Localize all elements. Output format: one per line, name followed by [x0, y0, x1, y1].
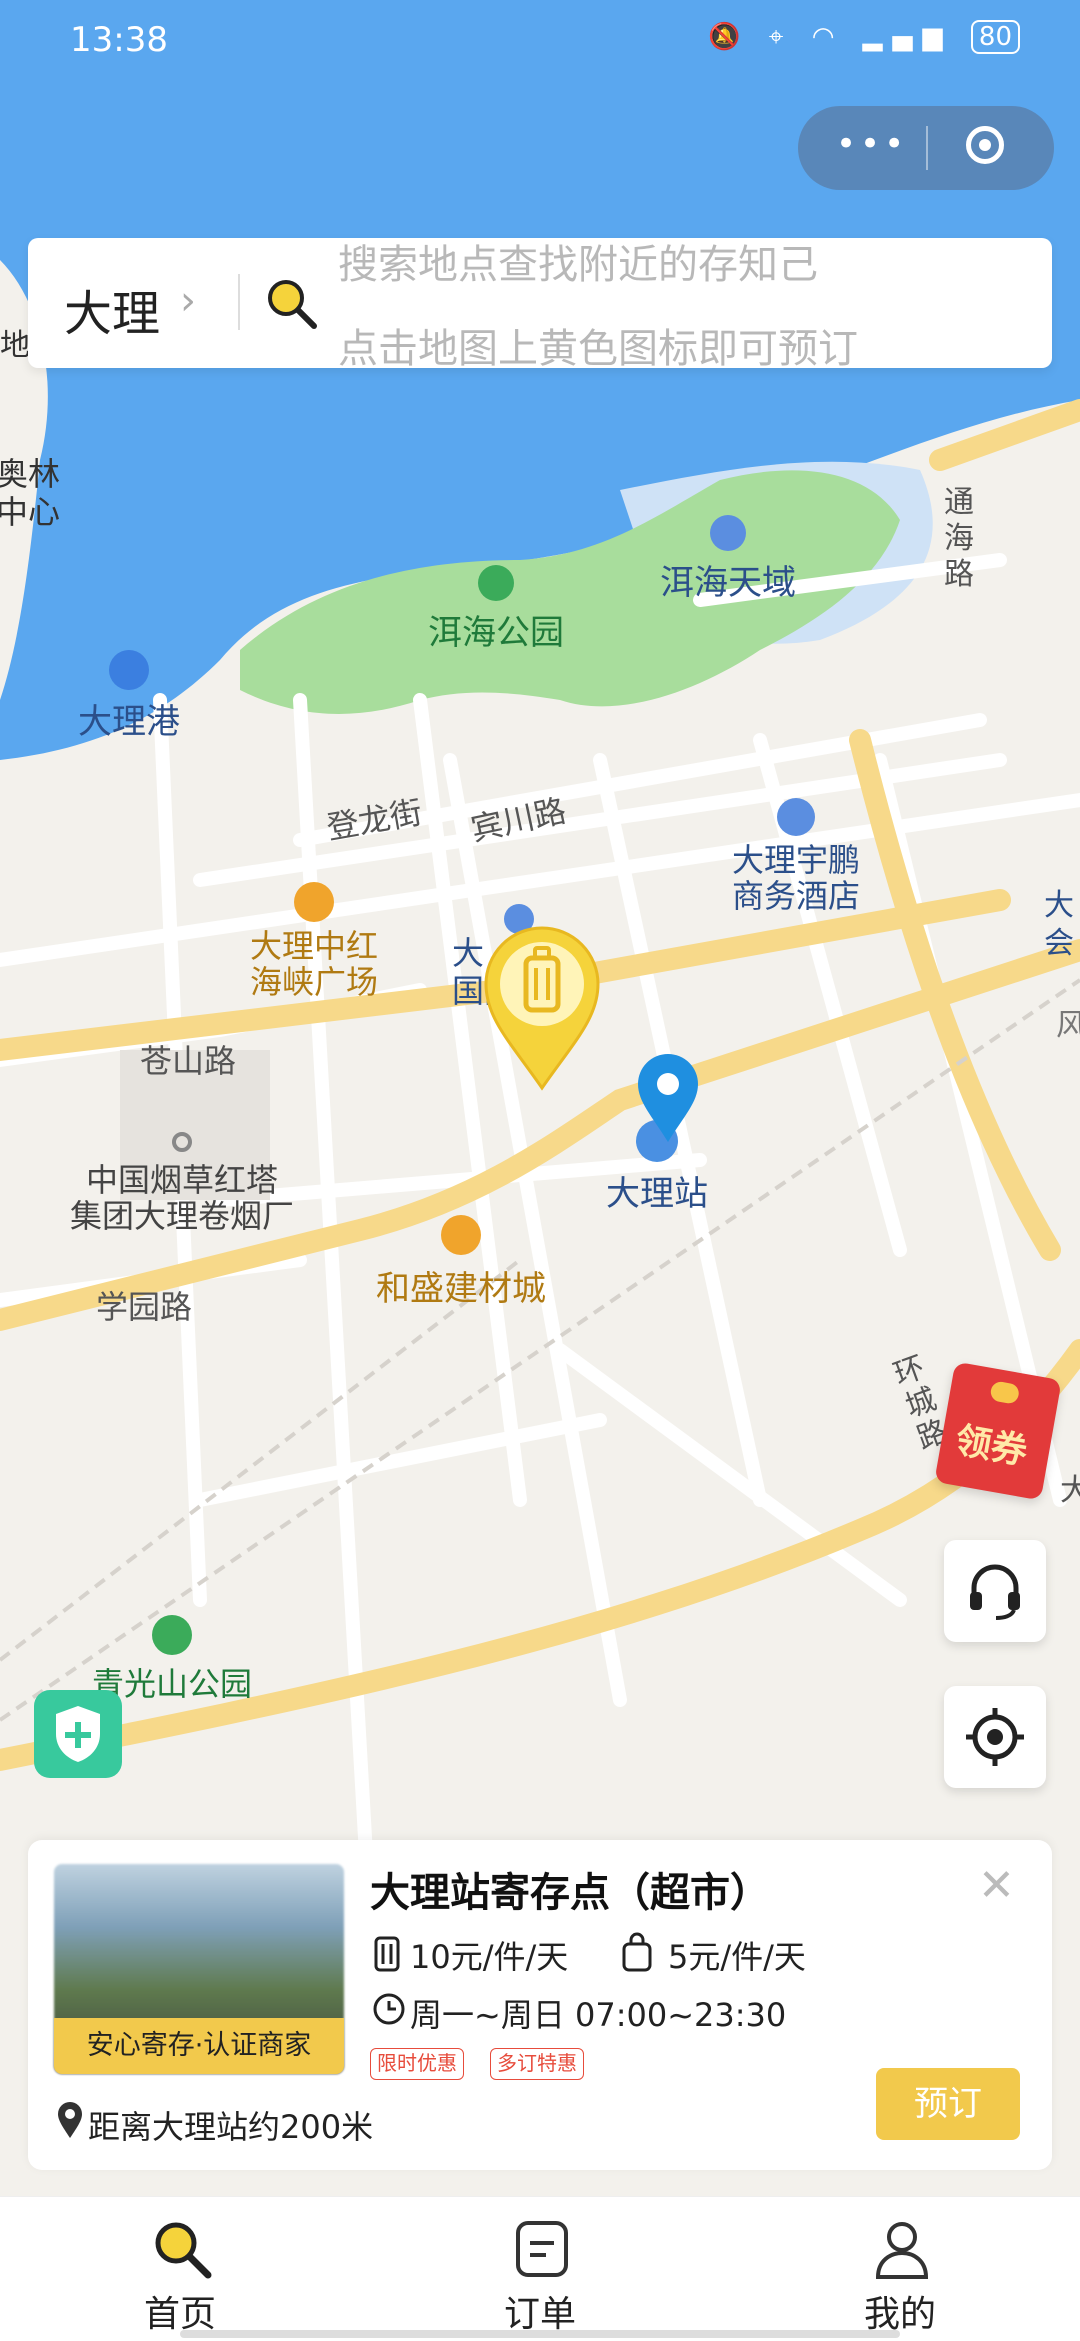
chevron-right-icon[interactable]: › — [180, 278, 196, 324]
tab-home[interactable]: 首页 — [80, 2197, 280, 2341]
status-bar: 13:38 🔕 ⌖ ◠ ▂▄▆ 80 — [0, 0, 1080, 80]
search-bar: 大理 › 搜索地点查找附近的存知己 点击地图上黄色图标即可预订 — [28, 238, 1052, 368]
tag-bulk-discount: 多订特惠 — [490, 2048, 584, 2080]
book-button[interactable]: 预订 — [876, 2068, 1020, 2140]
search-hint-line1: 搜索地点查找附近的存知己 — [338, 242, 818, 288]
headset-icon — [970, 1564, 1020, 1620]
luggage-icon — [374, 1936, 400, 1972]
search-hint-line2: 点击地图上黄色图标即可预订 — [338, 326, 858, 368]
tag-limited-offer: 限时优惠 — [370, 2048, 464, 2080]
user-icon — [875, 2222, 929, 2279]
order-icon — [516, 2221, 568, 2277]
bag-icon — [622, 1932, 652, 1972]
battery-icon: 80 — [970, 20, 1020, 54]
signal-icon: ▂▄▆ — [862, 22, 953, 52]
price-bag: 5元/件/天 — [668, 1938, 806, 1976]
shield-plus-icon — [56, 1706, 100, 1762]
coupon-badge-icon — [989, 1380, 1021, 1405]
mute-icon: 🔕 — [708, 22, 751, 52]
store-card[interactable]: 安心寄存·认证商家 大理站寄存点（超市） ✕ 10元/件/天 5元/件/天 周一… — [28, 1840, 1052, 2170]
search-icon — [155, 2222, 212, 2279]
city-selector[interactable]: 大理 — [64, 274, 160, 344]
tab-profile[interactable]: 我的 — [800, 2197, 1000, 2341]
store-photo-caption: 安心寄存·认证商家 — [54, 2018, 344, 2074]
close-program-icon[interactable] — [966, 126, 1004, 164]
crosshair-icon — [966, 1708, 1024, 1766]
customer-service-button[interactable] — [944, 1540, 1046, 1642]
search-icon[interactable] — [264, 276, 318, 330]
capsule-divider — [926, 126, 928, 170]
location-pin-icon — [58, 2102, 82, 2138]
home-indicator — [180, 2330, 900, 2338]
tab-bar: 首页 订单 我的 — [0, 2196, 1080, 2341]
more-icon[interactable]: ••• — [836, 124, 908, 164]
distance-text: 距离大理站约200米 — [88, 2108, 374, 2146]
coupon-label: 领券 — [952, 1420, 1031, 1473]
storage-marker[interactable] — [480, 922, 604, 1092]
wifi-icon: ◠ — [811, 22, 845, 52]
miniprogram-capsule: ••• — [798, 106, 1054, 190]
status-time: 13:38 — [70, 20, 168, 60]
insurance-shield-button[interactable] — [34, 1690, 122, 1778]
coupon-button[interactable]: 领券 — [934, 1361, 1062, 1501]
search-divider — [238, 274, 240, 330]
search-input[interactable]: 搜索地点查找附近的存知己 点击地图上黄色图标即可预订 — [328, 238, 1028, 368]
status-icons: 🔕 ⌖ ◠ ▂▄▆ 80 — [708, 20, 1020, 54]
clock-icon — [373, 1993, 405, 2025]
business-hours: 周一~周日 07:00~23:30 — [410, 1996, 787, 2034]
location-icon: ⌖ — [768, 22, 794, 52]
locate-button[interactable] — [944, 1686, 1046, 1788]
tab-orders[interactable]: 订单 — [440, 2197, 640, 2341]
store-title: 大理站寄存点（超市） — [370, 1870, 770, 1916]
location-pin-icon — [638, 1054, 698, 1142]
price-luggage: 10元/件/天 — [410, 1938, 569, 1976]
close-icon[interactable]: ✕ — [978, 1860, 1015, 1911]
